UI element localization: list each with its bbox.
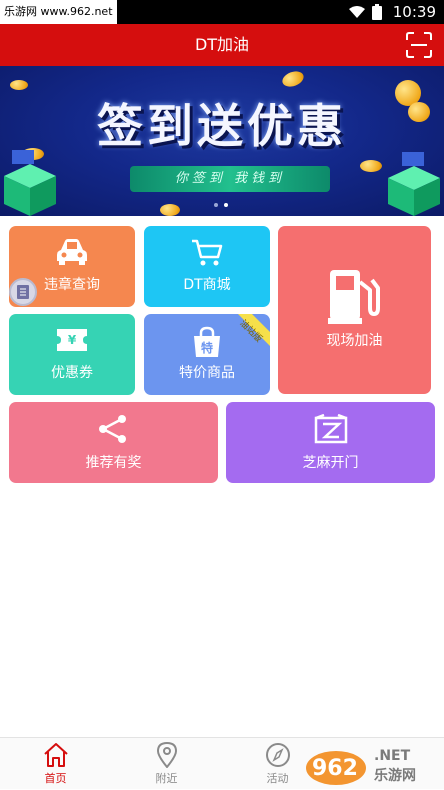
compass-icon	[266, 743, 290, 767]
carousel-indicator	[214, 203, 228, 207]
wifi-icon	[349, 6, 365, 18]
tab-nearby[interactable]: 附近	[111, 738, 222, 790]
battery-icon	[372, 4, 382, 20]
coin-decoration	[280, 68, 306, 90]
tab-home-label: 首页	[44, 772, 67, 785]
carousel-dot[interactable]	[214, 203, 218, 207]
app-header: DT加油	[0, 24, 444, 66]
status-icons	[348, 4, 382, 20]
location-pin-icon	[156, 742, 178, 768]
dt-mall-tile[interactable]: DT商城	[144, 226, 270, 307]
site-watermark-logo: 962 .NET 乐游网	[306, 748, 416, 785]
banner-headline: 签到送优惠	[97, 99, 347, 153]
scan-icon[interactable]	[406, 32, 432, 58]
tab-nearby-label: 附近	[155, 772, 178, 785]
special-goods-label: 特价商品	[179, 365, 235, 381]
cube-decoration-left	[4, 150, 56, 216]
coupon-tile[interactable]: ¥ 优惠券	[9, 314, 135, 395]
shopping-bag-icon: 特	[194, 326, 220, 357]
car-icon	[57, 239, 87, 265]
share-icon	[99, 415, 126, 443]
promo-banner[interactable]: 签到送优惠 你签到 我钱到	[0, 66, 444, 216]
svg-text:962: 962	[312, 756, 358, 781]
fuel-pump-icon	[328, 270, 380, 324]
recommend-reward-label: 推荐有奖	[85, 455, 142, 471]
recommend-reward-tile[interactable]: 推荐有奖	[9, 402, 218, 483]
sesame-open-tile[interactable]: 芝麻开门	[226, 402, 435, 483]
special-goods-tile[interactable]: 特 油站版 特价商品	[144, 314, 270, 395]
clock: 10:39	[392, 3, 436, 21]
svg-text:乐游网: 乐游网	[374, 767, 416, 784]
document-icon	[17, 285, 29, 299]
svg-text:特: 特	[201, 340, 213, 355]
svg-text:.NET: .NET	[374, 748, 411, 764]
sesame-open-label: 芝麻开门	[302, 455, 359, 471]
coin-decoration	[10, 80, 28, 90]
on-site-refuel-tile[interactable]: 现场加油	[278, 226, 431, 394]
coupon-icon: ¥	[57, 329, 87, 351]
home-icon	[44, 743, 68, 767]
on-site-refuel-label: 现场加油	[326, 333, 383, 349]
cube-decoration-right	[388, 152, 440, 216]
coupon-label: 优惠券	[51, 365, 93, 381]
door-icon	[314, 414, 348, 444]
dt-mall-label: DT商城	[183, 277, 231, 293]
svg-text:¥: ¥	[68, 333, 77, 347]
page-title: DT加油	[194, 35, 250, 54]
status-bar: 乐游网 www.962.net 10:39	[0, 0, 444, 24]
carousel-dot-active[interactable]	[224, 203, 228, 207]
banner-subline: 你签到 我钱到	[130, 166, 330, 192]
watermark-text: 乐游网 www.962.net	[0, 0, 117, 24]
floating-assist-button[interactable]	[9, 278, 37, 306]
cart-icon	[192, 239, 223, 266]
coin-decoration	[160, 204, 180, 216]
tab-home[interactable]: 首页	[0, 738, 111, 790]
coin-decoration	[360, 160, 382, 172]
